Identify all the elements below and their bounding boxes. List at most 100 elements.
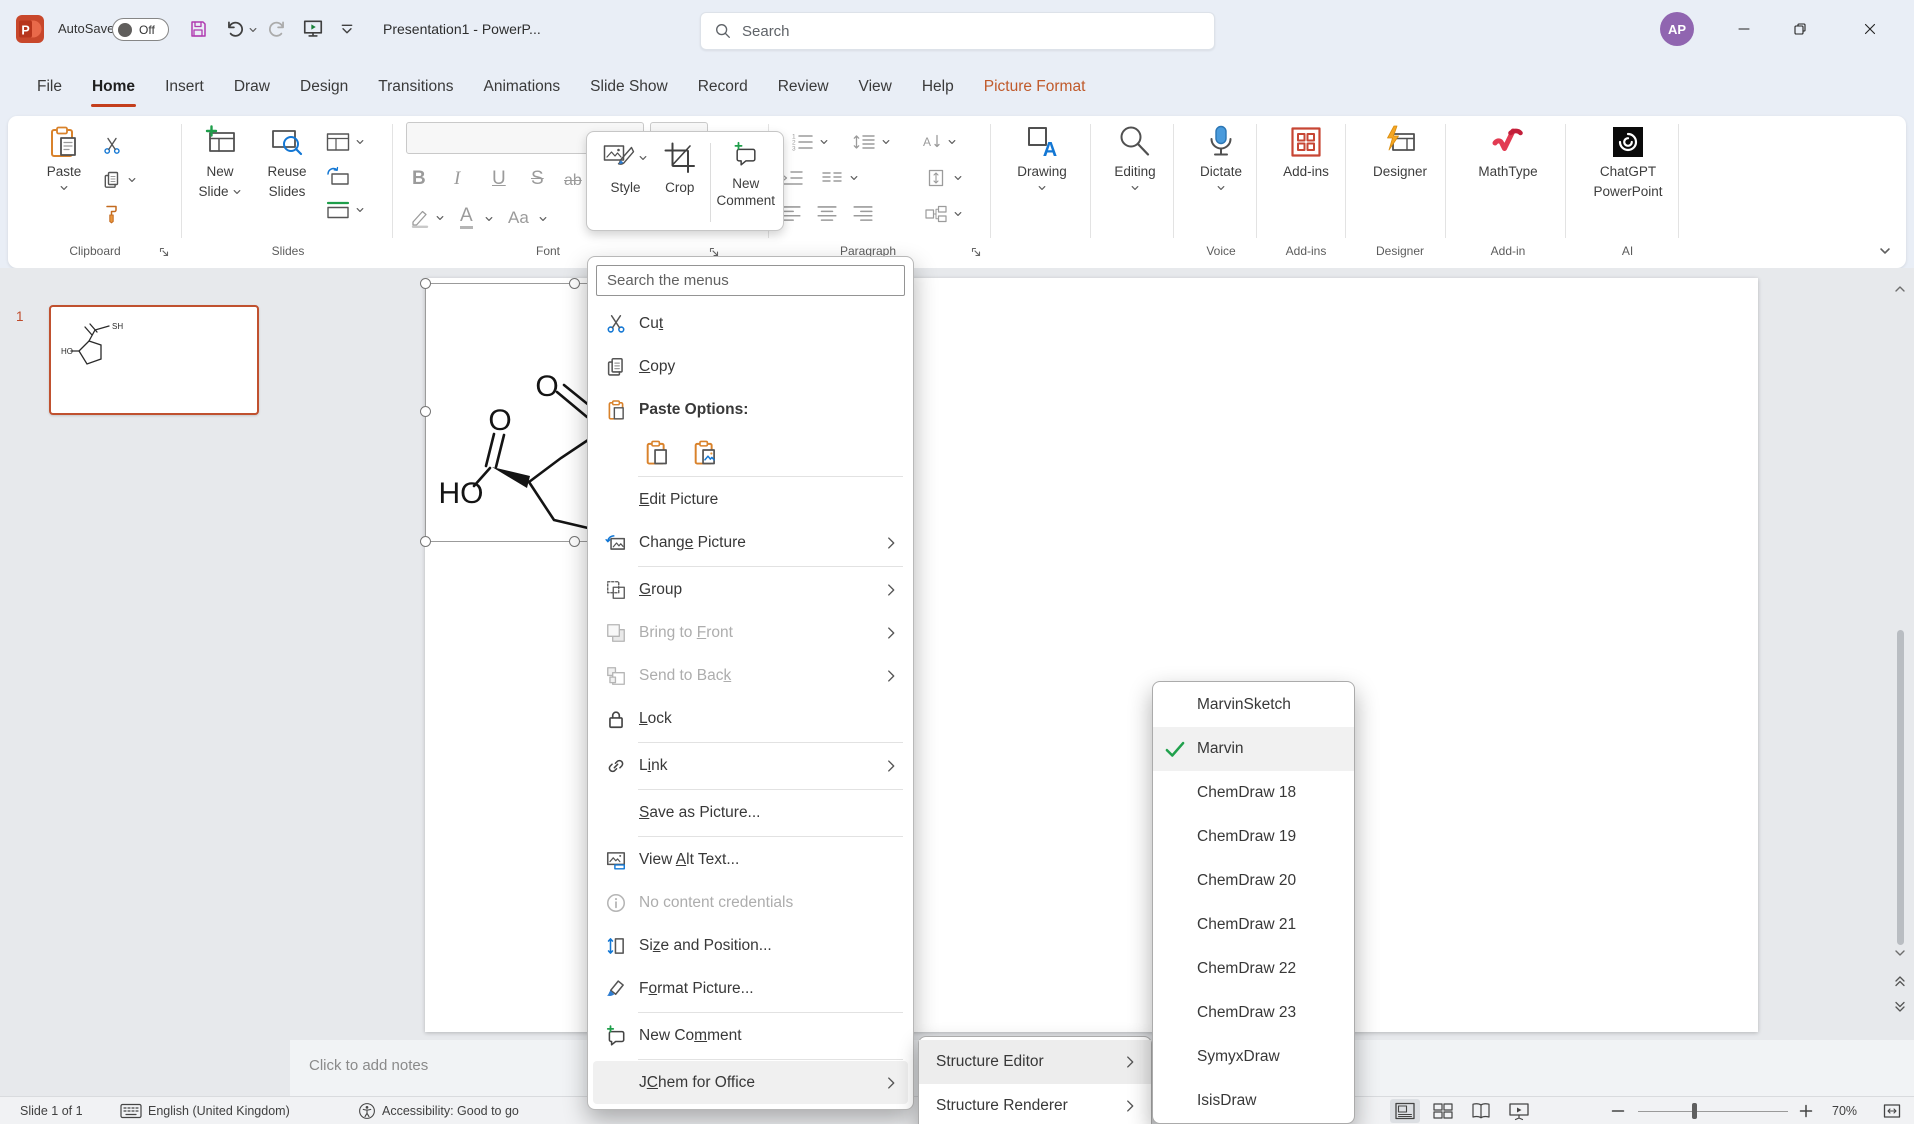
new-slide-button[interactable]: New Slide <box>189 124 251 200</box>
fit-to-window-button[interactable] <box>1882 1097 1902 1124</box>
slide-layout-button[interactable] <box>326 132 365 152</box>
underline-button[interactable]: U <box>492 169 506 188</box>
paste-as-picture-button[interactable] <box>687 436 723 470</box>
tab-home[interactable]: Home <box>77 58 150 116</box>
flyout-item-chemdraw-23[interactable]: ChemDraw 23 <box>1153 991 1354 1035</box>
tab-transitions[interactable]: Transitions <box>363 58 468 116</box>
addins-button[interactable]: Add-ins <box>1270 124 1342 180</box>
flyout-item-chemdraw-21[interactable]: ChemDraw 21 <box>1153 903 1354 947</box>
dictate-button[interactable]: Dictate <box>1188 124 1254 193</box>
restore-button[interactable] <box>1772 0 1828 58</box>
minimize-button[interactable] <box>1716 0 1772 58</box>
flyout-item-marvinsketch[interactable]: MarvinSketch <box>1153 683 1354 727</box>
selection-handle-top[interactable] <box>569 278 580 289</box>
tab-help[interactable]: Help <box>907 58 969 116</box>
scroll-down-button[interactable] <box>1893 946 1907 960</box>
submenu-item-structure-renderer[interactable]: Structure Renderer <box>919 1084 1151 1124</box>
flyout-item-isisdraw[interactable]: IsisDraw <box>1153 1079 1354 1123</box>
zoom-level[interactable]: 70% <box>1832 1097 1857 1124</box>
slide-thumbnail[interactable]: HO SH <box>49 305 259 415</box>
reading-view-button[interactable] <box>1466 1099 1496 1123</box>
flyout-item-symyxdraw[interactable]: SymyxDraw <box>1153 1035 1354 1079</box>
menu-item-cut[interactable]: Cut <box>593 302 908 345</box>
tab-record[interactable]: Record <box>683 58 763 116</box>
zoom-slider-thumb[interactable] <box>1692 1103 1697 1119</box>
reset-slide-button[interactable] <box>326 166 350 186</box>
selection-handle-top-left[interactable] <box>420 278 431 289</box>
menu-item-size-and-position[interactable]: Size and Position... <box>593 924 908 967</box>
highlight-color-button[interactable] <box>410 208 445 228</box>
case-chevron-icon[interactable] <box>538 214 548 224</box>
paragraph-dialog-launcher[interactable] <box>970 245 982 257</box>
start-slideshow-icon[interactable] <box>302 18 324 40</box>
menu-item-lock[interactable]: Lock <box>593 697 908 740</box>
tab-design[interactable]: Design <box>285 58 363 116</box>
flyout-item-chemdraw-20[interactable]: ChemDraw 20 <box>1153 859 1354 903</box>
tab-review[interactable]: Review <box>763 58 844 116</box>
menu-item-link[interactable]: Link <box>593 744 908 787</box>
zoom-slider[interactable] <box>1638 1111 1788 1113</box>
submenu-item-structure-editor[interactable]: Structure Editor <box>919 1040 1151 1084</box>
mathtype-button[interactable]: MathType <box>1463 124 1553 180</box>
tab-file[interactable]: File <box>22 58 77 116</box>
slide-indicator[interactable]: Slide 1 of 1 <box>20 1097 83 1124</box>
menu-item-edit-picture[interactable]: Edit Picture <box>593 478 908 521</box>
vertical-scrollbar[interactable] <box>1890 278 1910 1032</box>
collapse-ribbon-icon[interactable] <box>1878 244 1892 258</box>
copy-button[interactable] <box>102 170 137 190</box>
avatar[interactable]: AP <box>1660 12 1694 46</box>
font-color-chevron-icon[interactable] <box>484 214 494 224</box>
slideshow-view-button[interactable] <box>1504 1099 1534 1123</box>
menu-item-group[interactable]: Group <box>593 568 908 611</box>
save-icon[interactable] <box>188 19 208 39</box>
previous-slide-button[interactable] <box>1893 974 1907 988</box>
scroll-up-button[interactable] <box>1893 282 1907 296</box>
change-case-button[interactable]: Aa <box>508 208 529 227</box>
tab-slide-show[interactable]: Slide Show <box>575 58 683 116</box>
undo-icon[interactable] <box>224 18 246 40</box>
paste-button[interactable]: Paste <box>34 124 94 193</box>
customize-toolbar-icon[interactable] <box>340 22 354 36</box>
zoom-out-button[interactable] <box>1610 1097 1626 1124</box>
accessibility-button[interactable]: Accessibility: Good to go <box>358 1097 519 1124</box>
flyout-item-chemdraw-18[interactable]: ChemDraw 18 <box>1153 771 1354 815</box>
undo-chevron-icon[interactable] <box>248 25 258 35</box>
reuse-slides-button[interactable]: Reuse Slides <box>255 124 319 200</box>
menu-item-format-picture[interactable]: Format Picture... <box>593 967 908 1010</box>
normal-view-button[interactable] <box>1390 1099 1420 1123</box>
flyout-item-marvin[interactable]: Marvin <box>1153 727 1354 771</box>
search-input[interactable]: Search <box>700 12 1215 50</box>
next-slide-button[interactable] <box>1893 1000 1907 1014</box>
bold-button[interactable]: B <box>412 169 426 188</box>
scrollbar-thumb[interactable] <box>1897 630 1904 945</box>
section-button[interactable] <box>326 200 365 220</box>
autosave-toggle[interactable]: Off <box>112 18 169 41</box>
strikethrough-button[interactable]: S <box>531 169 544 188</box>
selection-handle-bottom-left[interactable] <box>420 536 431 547</box>
format-painter-button[interactable] <box>102 204 122 224</box>
zoom-in-button[interactable] <box>1798 1097 1814 1124</box>
font-color-button[interactable]: A <box>460 206 473 229</box>
drawing-group-button[interactable]: A Drawing <box>1009 124 1075 193</box>
tab-draw[interactable]: Draw <box>219 58 285 116</box>
close-button[interactable] <box>1840 0 1900 58</box>
flyout-item-chemdraw-22[interactable]: ChemDraw 22 <box>1153 947 1354 991</box>
paste-keep-source-formatting-button[interactable] <box>639 436 675 470</box>
selection-handle-bottom[interactable] <box>569 536 580 547</box>
menu-item-copy[interactable]: Copy <box>593 345 908 388</box>
picture-style-button[interactable]: Style <box>595 141 656 224</box>
designer-button[interactable]: Designer <box>1360 124 1440 180</box>
crop-button[interactable]: Crop <box>656 141 704 224</box>
selection-handle-left[interactable] <box>420 406 431 417</box>
tab-view[interactable]: View <box>844 58 907 116</box>
tab-picture-format[interactable]: Picture Format <box>969 58 1101 116</box>
menu-item-jchem-for-office[interactable]: JChem for Office <box>593 1061 908 1104</box>
editing-group-button[interactable]: Editing <box>1102 124 1168 193</box>
menu-item-view-alt-text[interactable]: View Alt Text... <box>593 838 908 881</box>
menu-item-new-comment[interactable]: New Comment <box>593 1014 908 1057</box>
selected-picture[interactable]: O O HO <box>430 290 590 560</box>
new-comment-toolbar-button[interactable]: New Comment <box>717 141 776 224</box>
clipboard-dialog-launcher[interactable] <box>158 245 170 257</box>
menu-search-input[interactable]: Search the menus <box>596 265 905 296</box>
italic-button[interactable]: I <box>454 169 460 188</box>
